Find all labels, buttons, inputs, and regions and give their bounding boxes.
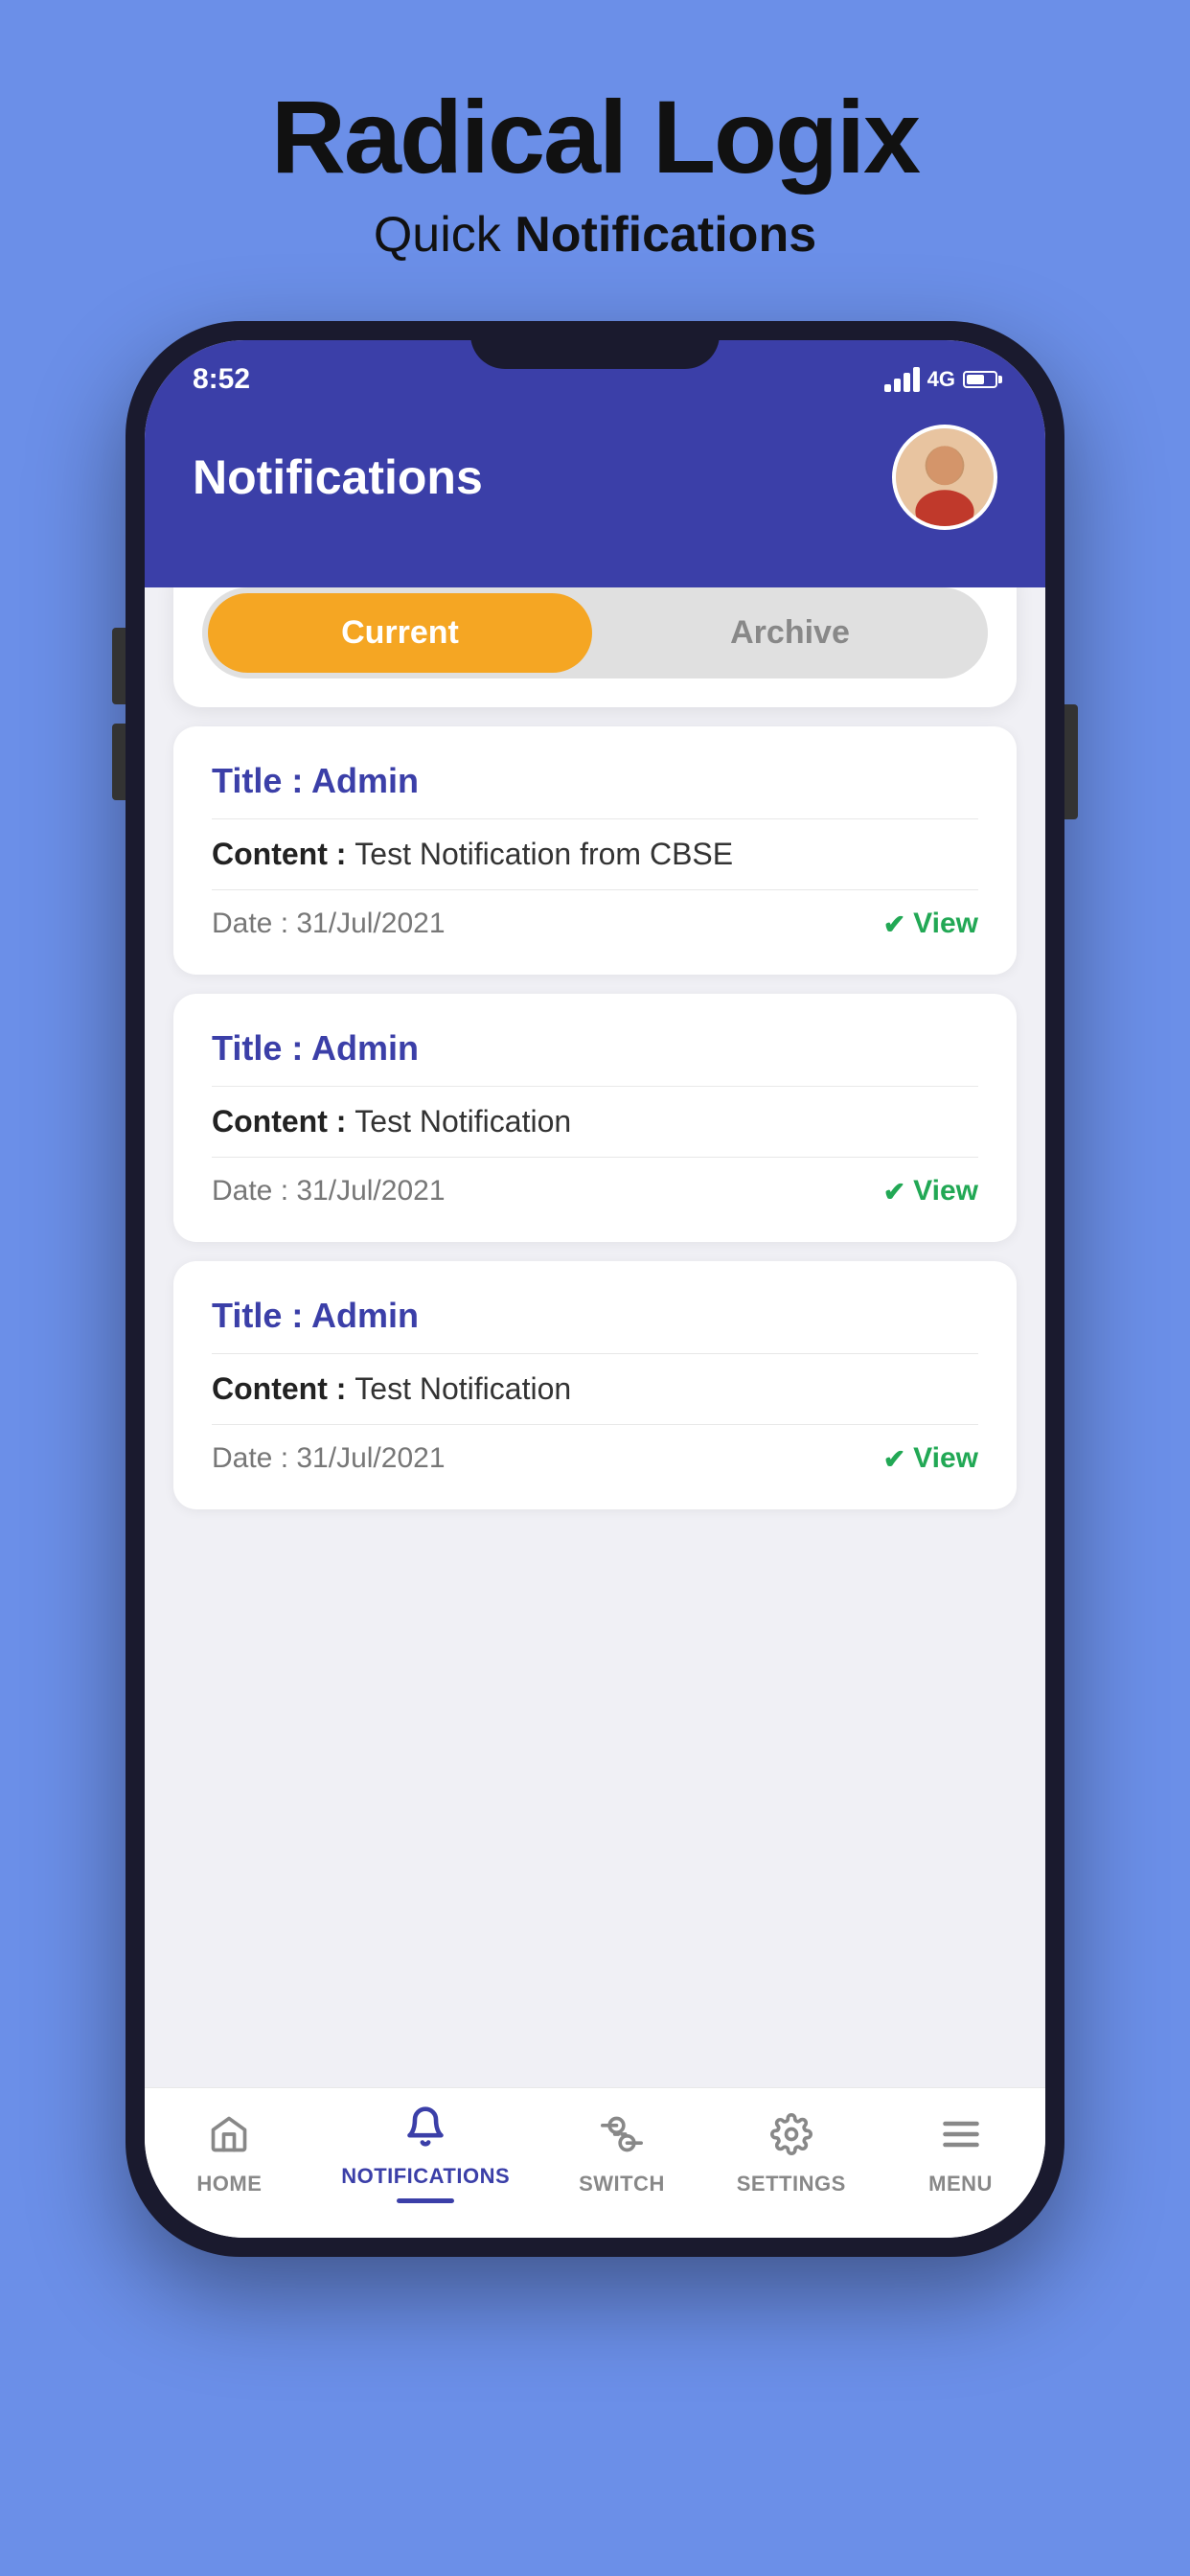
status-time: 8:52 (193, 363, 250, 396)
notification-card: Title : Admin Content : Test Notificatio… (173, 726, 1017, 975)
page-title: Notifications (193, 449, 483, 505)
notification-card: Title : Admin Content : Test Notificatio… (173, 994, 1017, 1242)
notif-footer-0: Date : 31/Jul/2021 ✔ View (212, 908, 978, 940)
notif-title-2: Title : Admin (212, 1296, 978, 1354)
nav-item-notifications[interactable]: NOTIFICATIONS (341, 2105, 510, 2203)
volume-up-button (112, 628, 126, 704)
view-check-icon-1: ✔ (883, 1176, 905, 1208)
nav-item-menu[interactable]: MENU (904, 2113, 1018, 2196)
tab-card: Current Archive (173, 587, 1017, 707)
notif-content-0: Content : Test Notification from CBSE (212, 837, 978, 890)
nav-active-indicator (397, 2198, 454, 2203)
subtitle-bold: Notifications (515, 207, 816, 263)
settings-icon (770, 2113, 812, 2166)
notif-content-1: Content : Test Notification (212, 1104, 978, 1158)
battery-icon (963, 371, 997, 388)
phone-frame: 8:52 4G Notifications (126, 321, 1064, 2257)
view-check-icon-2: ✔ (883, 1443, 905, 1475)
bell-icon (404, 2105, 446, 2158)
menu-icon (940, 2113, 982, 2166)
nav-item-switch[interactable]: SWITCH (564, 2113, 679, 2196)
notif-title-1: Title : Admin (212, 1028, 978, 1087)
notif-content-2: Content : Test Notification (212, 1371, 978, 1425)
notification-card: Title : Admin Content : Test Notificatio… (173, 1261, 1017, 1509)
nav-label-switch: SWITCH (579, 2172, 665, 2196)
notif-view-link-0[interactable]: ✔ View (883, 908, 978, 940)
nav-label-settings: SETTINGS (737, 2172, 846, 2196)
app-header: Notifications (145, 405, 1045, 587)
tab-current[interactable]: Current (208, 593, 592, 673)
nav-label-menu: MENU (928, 2172, 993, 2196)
notif-footer-1: Date : 31/Jul/2021 ✔ View (212, 1175, 978, 1208)
switch-icon (601, 2113, 643, 2166)
nav-label-notifications: NOTIFICATIONS (341, 2164, 510, 2189)
phone-notch (470, 321, 720, 369)
power-button (1064, 704, 1078, 819)
app-title: Radical Logix (271, 77, 919, 196)
avatar[interactable] (892, 425, 997, 530)
notif-date-0: Date : 31/Jul/2021 (212, 908, 446, 940)
view-label-0: View (913, 908, 978, 940)
network-indicator: 4G (927, 367, 955, 392)
notif-view-link-1[interactable]: ✔ View (883, 1175, 978, 1208)
app-subtitle: Quick Notifications (374, 206, 816, 264)
main-content: Current Archive Title : Admin Content : … (145, 587, 1045, 2087)
tab-switcher: Current Archive (202, 587, 988, 678)
signal-icon (884, 367, 920, 392)
status-icons: 4G (884, 367, 997, 392)
notif-date-1: Date : 31/Jul/2021 (212, 1175, 446, 1208)
view-label-1: View (913, 1175, 978, 1208)
notif-date-2: Date : 31/Jul/2021 (212, 1442, 446, 1475)
home-icon (208, 2113, 250, 2166)
volume-buttons (112, 628, 126, 800)
view-check-icon-0: ✔ (883, 908, 905, 940)
tab-archive[interactable]: Archive (598, 593, 982, 673)
notif-footer-2: Date : 31/Jul/2021 ✔ View (212, 1442, 978, 1475)
subtitle-normal: Quick (374, 207, 515, 263)
nav-item-home[interactable]: HOME (172, 2113, 286, 2196)
nav-item-settings[interactable]: SETTINGS (734, 2113, 849, 2196)
notif-view-link-2[interactable]: ✔ View (883, 1442, 978, 1475)
bottom-nav: HOME NOTIFICATIONS (145, 2087, 1045, 2238)
nav-label-home: HOME (196, 2172, 262, 2196)
phone-screen: 8:52 4G Notifications (145, 340, 1045, 2238)
notifications-list: Title : Admin Content : Test Notificatio… (145, 726, 1045, 1509)
notif-title-0: Title : Admin (212, 761, 978, 819)
view-label-2: View (913, 1442, 978, 1475)
volume-down-button (112, 724, 126, 800)
